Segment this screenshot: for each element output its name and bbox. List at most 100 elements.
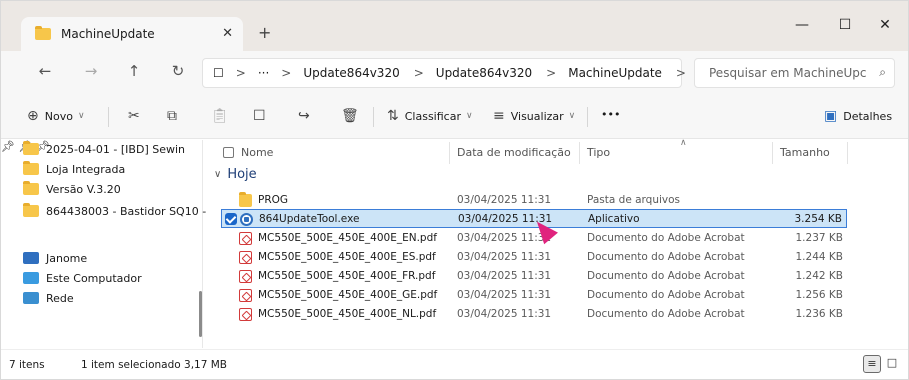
breadcrumb-update864v320-1[interactable]: Update864v320 [303,66,399,80]
table-row[interactable]: MC550E_500E_450E_400E_ES.pdf 03/04/2025 … [221,248,847,267]
column-header-type[interactable]: Tipo [587,146,610,159]
application-icon [240,213,253,226]
group-header-today[interactable]: ∨ Hoje [214,167,257,182]
sidebar-item-rede[interactable]: Rede [23,289,74,307]
file-type: Documento do Adobe Acrobat [587,232,745,244]
details-view-icon[interactable]: ≡ [863,355,881,373]
column-divider[interactable] [847,142,848,164]
sidebar-item-loja-integrada[interactable]: Loja Integrada [23,160,125,178]
close-button[interactable]: ✕ [870,17,900,33]
tab-machineupdate[interactable]: MachineUpdate ✕ [21,17,243,51]
search-input[interactable]: Pesquisar em MachineUpc ⌕ [694,58,895,88]
copy-icon: ⧉ [167,108,177,124]
trash-icon: 🗑︎ [341,108,359,124]
sidebar-item-este-computador[interactable]: Este Computador [23,269,142,287]
share-button[interactable]: ↪ [298,108,316,124]
view-button[interactable]: ≡ Visualizar ∨ [493,108,575,124]
breadcrumb-update864v320-2[interactable]: Update864v320 [436,66,532,80]
sidebar-item-bastidor[interactable]: 864438003 - Bastidor SQ10 - [23,202,206,220]
sort-label: Classificar [404,109,461,123]
file-type: Documento do Adobe Acrobat [587,270,745,282]
forward-button[interactable]: → [80,62,102,80]
cut-button[interactable]: ✂ [128,108,146,124]
more-label: ••• [601,108,621,121]
rename-button[interactable]: ☐ [253,108,272,124]
sidebar-item-label: Versão V.3.20 [46,182,121,196]
folder-icon [239,192,252,207]
file-type: Aplicativo [588,213,640,225]
chevron-down-icon: ∨ [77,111,85,121]
file-name: MC550E_500E_450E_400E_ES.pdf [258,251,436,263]
sort-button[interactable]: ⇅ Classificar ∨ [387,108,473,124]
breadcrumb-separator: > [281,66,292,80]
file-list: Nome Data de modificação Tipo ∧ Tamanho … [204,138,908,348]
file-type: Documento do Adobe Acrobat [587,289,745,301]
delete-button[interactable]: 🗑︎ [341,108,365,124]
navigation-scrollbar[interactable] [199,291,202,337]
back-button[interactable]: ← [34,62,56,80]
up-button[interactable]: ↑ [123,62,145,80]
details-pane-icon: ▣ [824,108,838,124]
row-checkbox[interactable] [225,213,237,225]
status-item-count: 7 itens [9,359,45,371]
table-row[interactable]: MC550E_500E_450E_400E_GE.pdf 03/04/2025 … [221,286,847,305]
sidebar-item-ibd-sewing[interactable]: 2025-04-01 - [IBD] Sewin [23,140,185,158]
breadcrumb-machineupdate[interactable]: MachineUpdate [568,66,662,80]
breadcrumb-overflow-button[interactable]: ··· [258,66,269,80]
table-row[interactable]: PROG 03/04/2025 11:31 Pasta de arquivos [221,191,847,210]
file-size: 1.256 KB [795,289,844,301]
file-name: MC550E_500E_450E_400E_FR.pdf [258,270,436,282]
search-icon: ⌕ [879,65,886,79]
group-label: Hoje [227,167,257,182]
file-modified: 03/04/2025 11:31 [457,194,552,206]
sort-icon: ⇅ [387,108,399,124]
toolbar-divider [108,107,109,127]
paste-button[interactable]: 📋︎ [211,108,235,124]
file-name: MC550E_500E_450E_400E_NL.pdf [258,308,437,320]
maximize-button[interactable]: ☐ [830,17,860,33]
tab-close-icon[interactable]: ✕ [222,26,233,41]
sidebar-item-label: Janome [46,251,88,265]
pin-icon: 📌︎ [1,140,15,153]
details-button[interactable]: ▣ Detalhes [824,108,892,124]
refresh-button[interactable]: ↻ [167,62,189,80]
table-row[interactable]: MC550E_500E_450E_400E_FR.pdf 03/04/2025 … [221,267,847,286]
sidebar-item-label: Este Computador [46,271,142,285]
pdf-icon [239,270,252,283]
new-button[interactable]: ⊕ Novo ∨ [27,108,85,124]
network-icon [23,292,39,304]
sidebar-item-label: Loja Integrada [46,162,126,176]
file-name: MC550E_500E_450E_400E_GE.pdf [258,289,438,301]
library-icon [23,252,39,264]
column-divider[interactable] [772,142,773,164]
column-header-modified[interactable]: Data de modificação [457,146,571,159]
status-selection: 1 item selecionado 3,17 MB [81,359,227,371]
address-bar[interactable]: ☐ > ··· > Update864v320 > Update864v320 … [202,58,686,88]
file-type: Documento do Adobe Acrobat [587,251,745,263]
folder-icon [23,161,39,175]
new-label: Novo [44,109,73,123]
large-icons-view-icon[interactable]: □ [883,355,901,373]
title-bar: MachineUpdate ✕ + — ☐ ✕ [1,1,908,51]
column-divider[interactable] [579,142,580,164]
sidebar-item-versao[interactable]: Versão V.3.20 [23,180,121,198]
breadcrumb-separator: > [235,66,246,80]
folder-icon [23,203,39,217]
table-row[interactable]: MC550E_500E_450E_400E_NL.pdf 03/04/2025 … [221,305,847,324]
select-all-checkbox[interactable] [223,147,234,158]
column-header-size[interactable]: Tamanho [780,146,830,159]
toolbar-divider [587,107,588,127]
sidebar-item-janome[interactable]: Janome [23,249,87,267]
command-bar: ⊕ Novo ∨ ✂ ⧉ 📋︎ ☐ ↪ 🗑︎ ⇅ Classificar ∨ ≡… [1,95,908,139]
column-header-name[interactable]: Nome [241,146,273,159]
view-location-icon: ☐ [213,66,224,80]
copy-button[interactable]: ⧉ [167,108,183,124]
sidebar-item-label: Rede [46,291,74,305]
sidebar-item-label: 2025-04-01 - [IBD] Sewin [46,142,186,156]
minimize-button[interactable]: — [787,17,817,33]
new-tab-button[interactable]: + [258,23,271,42]
column-divider[interactable] [449,142,450,164]
file-modified: 03/04/2025 11:31 [457,308,552,320]
more-options-button[interactable]: ••• [601,108,620,121]
breadcrumb-separator: > [675,66,686,80]
